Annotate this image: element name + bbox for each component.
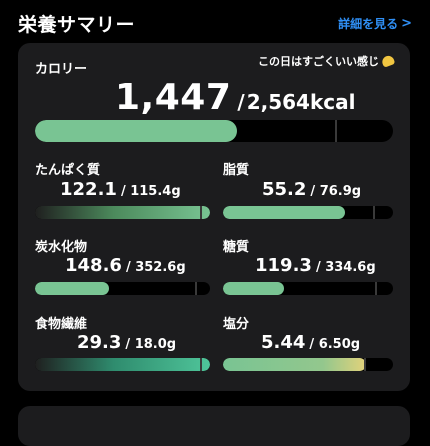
details-link[interactable]: 詳細を見る > <box>338 15 412 32</box>
protein-target: / 115.4g <box>120 184 181 199</box>
calorie-separator: / <box>237 90 245 114</box>
protein-progress-bar <box>35 206 210 219</box>
salt-intake: 5.44 <box>261 332 306 353</box>
fiber-progress-bar <box>35 358 210 371</box>
sugar-label: 糖質 <box>223 240 250 255</box>
carbs-intake: 148.6 <box>65 255 122 276</box>
thumbs-up-icon <box>380 54 396 68</box>
fiber-progress-fill <box>35 358 210 371</box>
section-header: 栄養サマリー 詳細を見る > <box>18 8 412 38</box>
protein-progress-fill <box>35 206 210 219</box>
calorie-target-marker <box>335 120 337 142</box>
salt-target: / 6.50g <box>309 337 361 352</box>
protein-intake: 122.1 <box>60 179 117 200</box>
sugar-target: / 334.6g <box>315 260 376 275</box>
fat-progress-fill <box>223 206 346 219</box>
details-link-label[interactable]: 詳細を見る <box>338 15 398 32</box>
fat-label: 脂質 <box>223 163 250 178</box>
calorie-target: 2,564kcal <box>246 90 356 114</box>
protein-target-marker <box>200 206 202 219</box>
sugar-target-marker <box>375 282 377 295</box>
fiber-target-marker <box>200 358 202 371</box>
fat-intake: 55.2 <box>262 179 307 200</box>
fat-target-marker <box>373 206 375 219</box>
calorie-progress-bar <box>35 120 393 142</box>
sugar-progress-fill <box>223 282 285 295</box>
calorie-progress-fill <box>35 120 237 142</box>
nutrition-summary-card[interactable]: カロリー この日はすごくいい感じ 1,447 / 2,564kcal たんぱく質… <box>18 43 410 391</box>
salt-progress-bar <box>223 358 393 371</box>
carbs-progress-fill <box>35 282 109 295</box>
carbs-progress-bar <box>35 282 210 295</box>
fat-progress-bar <box>223 206 393 219</box>
chevron-right-icon: > <box>401 15 412 31</box>
calorie-value: 1,447 / 2,564kcal <box>115 77 355 118</box>
fiber-target: / 18.0g <box>125 337 177 352</box>
carbs-target: / 352.6g <box>125 260 186 275</box>
carbs-label: 炭水化物 <box>35 240 88 255</box>
fat-target: / 76.9g <box>310 184 362 199</box>
fat-value: 55.2 / 76.9g <box>262 179 361 200</box>
carbs-value: 148.6 / 352.6g <box>65 255 186 276</box>
fiber-label: 食物繊維 <box>35 317 88 332</box>
fiber-value: 29.3 / 18.0g <box>77 332 176 353</box>
calorie-label: カロリー <box>35 62 88 77</box>
section-title: 栄養サマリー <box>18 13 136 36</box>
salt-progress-fill <box>223 358 366 371</box>
salt-target-marker <box>364 358 366 371</box>
calorie-comment: この日はすごくいい感じ <box>258 53 396 69</box>
sugar-value: 119.3 / 334.6g <box>255 255 376 276</box>
next-card <box>18 406 410 446</box>
salt-label: 塩分 <box>223 317 250 332</box>
carbs-target-marker <box>195 282 197 295</box>
sugar-progress-bar <box>223 282 393 295</box>
salt-value: 5.44 / 6.50g <box>261 332 360 353</box>
fiber-intake: 29.3 <box>77 332 122 353</box>
calorie-comment-text: この日はすごくいい感じ <box>258 55 379 68</box>
calorie-intake: 1,447 <box>115 77 232 118</box>
protein-label: たんぱく質 <box>35 163 101 178</box>
sugar-intake: 119.3 <box>255 255 312 276</box>
protein-value: 122.1 / 115.4g <box>60 179 181 200</box>
